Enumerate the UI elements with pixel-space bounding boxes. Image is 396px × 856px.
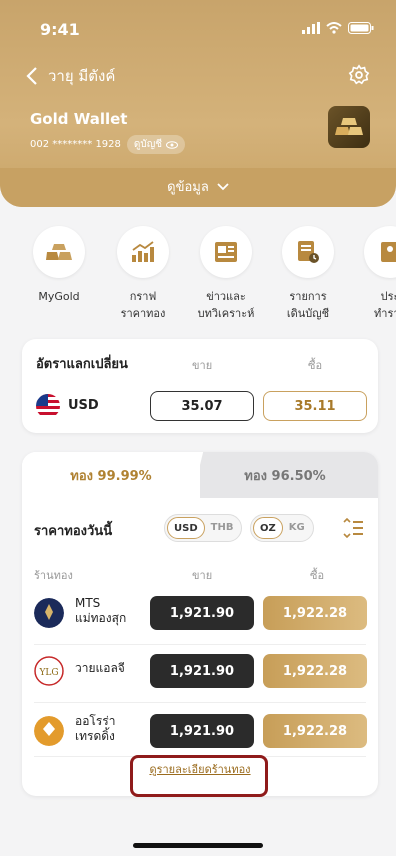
unit-kg-option[interactable]: KG [283, 517, 311, 539]
sell-price: 1,921.90 [150, 654, 254, 688]
us-flag-icon [36, 394, 60, 418]
svg-text:YLG: YLG [38, 668, 58, 678]
more-info-button[interactable]: ดูข้อมูล [0, 176, 396, 197]
chevron-down-icon [217, 182, 229, 190]
shop-header: ร้านทอง [34, 569, 73, 582]
tab-gold-9999[interactable]: ทอง 99.99% [22, 452, 200, 498]
currency-usd-option[interactable]: USD [167, 517, 205, 539]
quick-menu: MyGold กราฟ ราคาทอง ข่าวและ บทวิเคราะห์ … [0, 226, 396, 326]
unit-toggle[interactable]: OZ KG [250, 514, 314, 542]
buy-price: 1,922.28 [263, 714, 367, 748]
unit-oz-option[interactable]: OZ [253, 517, 283, 539]
status-time: 9:41 [40, 20, 80, 39]
wallet-title: Gold Wallet [30, 110, 128, 128]
currency-thb-option[interactable]: THB [205, 517, 240, 539]
chart-icon [132, 241, 154, 262]
menu-label: กราฟ ราคาทอง [120, 290, 166, 320]
shop-name: MTS แม่ทองสุก [75, 596, 127, 625]
usd-sell-rate: 35.07 [150, 391, 254, 421]
wifi-icon [326, 22, 342, 34]
buy-price: 1,922.28 [263, 654, 367, 688]
sell-header: ขาย [192, 359, 213, 372]
eye-icon [166, 140, 179, 149]
menu-news[interactable]: ข่าวและ บทวิเคราะห์ [186, 226, 266, 322]
today-price-title: ราคาทองวันนี้ [34, 524, 113, 539]
currency-code: USD [68, 398, 99, 413]
menu-label: MyGold [38, 290, 80, 303]
battery-icon [348, 22, 374, 34]
menu-history[interactable]: ประ ทำราย [350, 226, 396, 322]
highlight-box [130, 755, 268, 797]
exchange-rate-card: อัตราแลกเปลี่ยน ขาย ซื้อ USD 35.07 35.11 [22, 339, 378, 433]
currency-toggle[interactable]: USD THB [164, 514, 243, 542]
tab-gold-9650[interactable]: ทอง 96.50% [192, 452, 378, 498]
gold-bars-tile [328, 106, 370, 148]
menu-gold-chart[interactable]: กราฟ ราคาทอง [103, 226, 183, 322]
gold-bars-icon [46, 244, 72, 260]
table-row: MTS แม่ทองสุก 1,921.90 1,922.28 [22, 586, 378, 636]
buy-header: ซื้อ [308, 359, 323, 372]
table-row: YLG วายแอลจี 1,921.90 1,922.28 [22, 644, 378, 694]
news-icon [215, 242, 237, 262]
ylg-logo-icon: YLG [34, 656, 64, 686]
aurora-logo-icon [34, 716, 64, 746]
statement-icon [298, 241, 319, 263]
back-button[interactable]: วายุ มีตังค์ [26, 64, 115, 88]
history-icon [381, 242, 396, 262]
buy-price: 1,922.28 [263, 596, 367, 630]
exchange-rate-title: อัตราแลกเปลี่ยน [36, 357, 128, 372]
home-indicator [133, 843, 263, 848]
row-divider [34, 702, 366, 703]
sell-header: ขาย [192, 569, 213, 582]
sell-price: 1,921.90 [150, 596, 254, 630]
menu-label: รายการ เดินบัญชี [286, 290, 330, 320]
gold-bars-icon [335, 118, 363, 135]
view-account-button[interactable]: ดูบัญชี [126, 135, 186, 154]
account-row: 002 ******** 1928 ดูบัญชี [30, 135, 186, 154]
chevron-left-icon [26, 67, 37, 85]
signal-icon [302, 22, 320, 34]
status-icons [302, 22, 374, 34]
more-info-label: ดูข้อมูล [167, 180, 209, 195]
table-row: ออโรร่า เทรดดิ้ง 1,921.90 1,922.28 [22, 704, 378, 754]
menu-mygold[interactable]: MyGold [19, 226, 99, 305]
view-account-label: ดูบัญชี [133, 139, 163, 150]
mts-logo-icon [34, 598, 64, 628]
menu-label: ประ ทำราย [374, 290, 396, 320]
wallet-header: 9:41 วายุ มีตังค์ Gold Wallet 002 ******… [0, 0, 396, 207]
shop-name: ออโรร่า เทรดดิ้ง [75, 714, 116, 743]
usd-buy-rate: 35.11 [263, 391, 367, 421]
account-number: 002 ******** 1928 [30, 139, 121, 150]
sort-list-icon[interactable] [342, 518, 364, 538]
user-name: วายุ มีตังค์ [48, 67, 116, 85]
sell-price: 1,921.90 [150, 714, 254, 748]
gold-price-card: ทอง 96.50% ทอง 99.99% ราคาทองวันนี้ USD … [22, 452, 378, 796]
gear-icon[interactable] [348, 64, 370, 86]
shop-name: วายแอลจี [75, 661, 125, 675]
menu-label: ข่าวและ บทวิเคราะห์ [197, 290, 255, 320]
buy-header: ซื้อ [310, 569, 325, 582]
menu-statement[interactable]: รายการ เดินบัญชี [268, 226, 348, 322]
